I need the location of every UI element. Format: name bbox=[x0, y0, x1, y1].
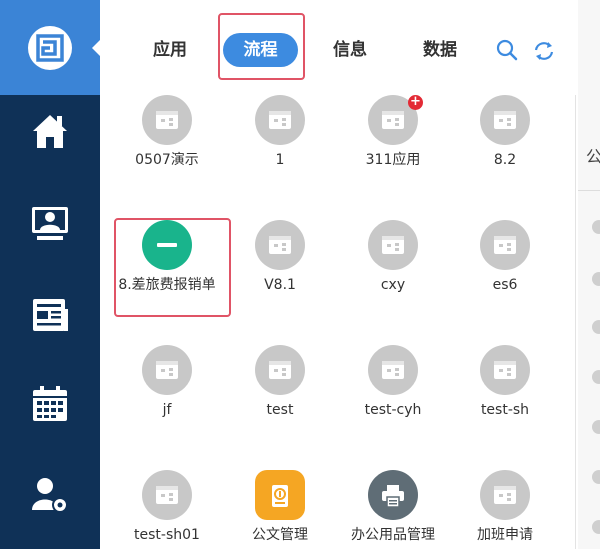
logo[interactable] bbox=[0, 0, 100, 95]
app-logo-icon bbox=[28, 26, 72, 70]
app-label: 311应用 bbox=[365, 152, 421, 168]
app-tile[interactable]: 1 bbox=[225, 95, 335, 169]
app-tile[interactable]: 0507演示 bbox=[112, 95, 222, 169]
app-tile[interactable]: cxy bbox=[338, 220, 448, 294]
app-label: 0507演示 bbox=[135, 152, 199, 168]
app-tile[interactable]: es6 bbox=[450, 220, 560, 294]
scrollbar[interactable] bbox=[575, 95, 576, 549]
divider bbox=[578, 190, 600, 191]
calendar-icon bbox=[33, 386, 67, 421]
app-tile[interactable]: test bbox=[225, 345, 335, 419]
workflow-icon bbox=[382, 111, 404, 129]
home-icon bbox=[33, 115, 67, 148]
workflow-icon bbox=[494, 486, 516, 504]
app-label: 加班申请 bbox=[477, 527, 533, 543]
app-tile[interactable]: 办公用品管理 bbox=[338, 470, 448, 544]
app-label: V8.1 bbox=[264, 277, 296, 293]
app-label: test-sh01 bbox=[134, 527, 200, 543]
workflow-icon bbox=[382, 236, 404, 254]
app-tile[interactable]: 8.2 bbox=[450, 95, 560, 169]
workflow-icon bbox=[494, 111, 516, 129]
app-grid: 0507演示 1 + 311应用 8.2 8.差旅费报销单 V8.1 cxy e… bbox=[100, 95, 575, 549]
sidebar-item-workspace[interactable] bbox=[0, 193, 100, 253]
sidebar-item-news[interactable] bbox=[0, 285, 100, 345]
tab-highlight-box bbox=[218, 13, 305, 80]
app-label: test bbox=[266, 402, 294, 418]
workflow-icon bbox=[269, 236, 291, 254]
list-item-dot bbox=[592, 420, 600, 434]
list-item-dot bbox=[592, 470, 600, 484]
printer-icon bbox=[382, 485, 404, 507]
workflow-icon bbox=[494, 361, 516, 379]
app-tile[interactable]: test-cyh bbox=[338, 345, 448, 419]
tab-data[interactable]: 数据 bbox=[410, 33, 470, 67]
right-panel-text: 公 bbox=[586, 147, 600, 166]
app-tile[interactable]: jf bbox=[112, 345, 222, 419]
app-label: 1 bbox=[275, 152, 285, 168]
workflow-icon bbox=[494, 236, 516, 254]
monitor-user-icon bbox=[32, 207, 68, 240]
right-panel: 公 bbox=[578, 0, 600, 549]
sidebar-item-user-settings[interactable] bbox=[0, 466, 100, 526]
app-label: test-cyh bbox=[364, 402, 422, 418]
app-tile[interactable]: 公文管理 bbox=[225, 470, 335, 544]
sidebar-item-calendar[interactable] bbox=[0, 374, 100, 434]
app-label: 办公用品管理 bbox=[351, 527, 435, 543]
workflow-icon bbox=[269, 361, 291, 379]
app-label: 8.2 bbox=[493, 152, 517, 168]
workflow-icon bbox=[269, 111, 291, 129]
app-tile[interactable]: V8.1 bbox=[225, 220, 335, 294]
sidebar-item-home[interactable] bbox=[0, 101, 100, 161]
workflow-icon bbox=[382, 361, 404, 379]
app-label: cxy bbox=[380, 277, 406, 293]
news-icon bbox=[33, 299, 68, 331]
app-highlight-box bbox=[114, 218, 231, 317]
list-item-dot bbox=[592, 220, 600, 234]
workflow-icon bbox=[156, 111, 178, 129]
app-tile[interactable]: test-sh01 bbox=[112, 470, 222, 544]
tab-apps[interactable]: 应用 bbox=[140, 33, 200, 67]
list-item-dot bbox=[592, 520, 600, 534]
refresh-icon[interactable] bbox=[533, 40, 555, 62]
workflow-icon bbox=[156, 486, 178, 504]
search-icon[interactable] bbox=[496, 39, 518, 61]
app-tile[interactable]: test-sh bbox=[450, 345, 560, 419]
list-item-dot bbox=[592, 370, 600, 384]
workflow-icon bbox=[156, 361, 178, 379]
app-tile[interactable]: 加班申请 bbox=[450, 470, 560, 544]
add-badge-icon[interactable]: + bbox=[408, 95, 423, 110]
sidebar bbox=[0, 0, 101, 549]
list-item-dot bbox=[592, 272, 600, 286]
app-tile[interactable]: + 311应用 bbox=[338, 95, 448, 169]
tab-bar: 应用 流程 信息 数据 bbox=[100, 0, 575, 95]
app-label: jf bbox=[162, 402, 172, 418]
tab-info[interactable]: 信息 bbox=[320, 33, 380, 67]
app-label: test-sh bbox=[480, 402, 530, 418]
document-seal-icon bbox=[272, 485, 288, 507]
list-item-dot bbox=[592, 320, 600, 334]
user-settings-icon bbox=[32, 478, 68, 513]
app-label: es6 bbox=[492, 277, 518, 293]
app-label: 公文管理 bbox=[252, 527, 308, 543]
